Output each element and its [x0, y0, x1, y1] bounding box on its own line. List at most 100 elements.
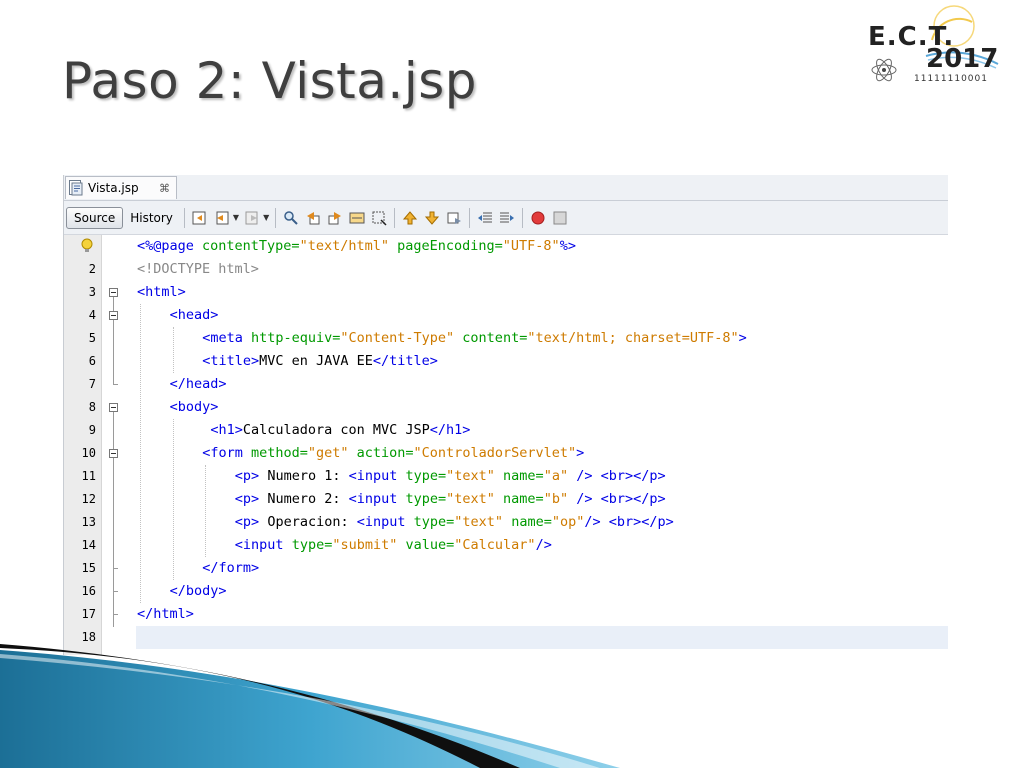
line-number: 6 — [88, 354, 96, 368]
code-text: </form> — [202, 557, 259, 580]
code-text: <p> Numero 1: <input type="text" name="a… — [235, 465, 666, 488]
toggle-highlight-icon[interactable] — [348, 209, 366, 227]
last-edit-icon[interactable] — [191, 209, 209, 227]
code-token: > — [576, 445, 585, 461]
find-next-icon[interactable] — [326, 209, 344, 227]
code-token: content= — [454, 330, 528, 346]
code-token: </title> — [372, 353, 438, 369]
line-number: 2 — [88, 262, 96, 276]
code-line[interactable]: 12 <p> Numero 2: <input type="text" name=… — [64, 488, 948, 511]
code-editor[interactable]: 1<%@page contentType="text/html" pageEnc… — [64, 235, 948, 655]
find-previous-icon[interactable] — [304, 209, 322, 227]
slide-title: Paso 2: Vista.jsp — [62, 52, 477, 110]
code-line[interactable]: 7 </head> — [64, 373, 948, 396]
forward-dropdown-icon[interactable]: ▼ — [263, 213, 269, 222]
code-token: <input — [348, 491, 406, 507]
code-token: /> <br></p> — [568, 468, 666, 484]
tab-vista-jsp[interactable]: Vista.jsp ⌘ — [65, 176, 177, 199]
back-icon[interactable] — [213, 209, 231, 227]
code-token: <input — [234, 537, 292, 553]
code-token: <input — [348, 468, 406, 484]
close-tab-icon[interactable]: ⌘ — [159, 182, 170, 195]
code-text: </head> — [170, 373, 227, 396]
code-line[interactable]: 13 <p> Operacion: <input type="text" name… — [64, 511, 948, 534]
rectangular-selection-icon[interactable] — [370, 209, 388, 227]
fold-guide-line — [113, 320, 114, 385]
code-token: "text" — [454, 514, 504, 530]
code-line[interactable]: 9 <h1>Calculadora con MVC JSP</h1> — [64, 419, 948, 442]
code-token: <body> — [169, 399, 219, 415]
code-token: "text/html" — [299, 238, 389, 254]
code-line[interactable]: 2 <!DOCTYPE html> — [64, 258, 948, 281]
code-token: action= — [348, 445, 414, 461]
fold-collapse-icon[interactable] — [109, 449, 118, 458]
code-token: /> <br></p> — [568, 491, 666, 507]
code-token: type= — [291, 537, 333, 553]
code-token: value= — [397, 537, 455, 553]
fold-end-marker — [113, 614, 118, 615]
code-token: /> <br></p> — [584, 514, 674, 530]
fold-collapse-icon[interactable] — [109, 288, 118, 297]
indent-guide — [172, 327, 175, 373]
fold-guide-line — [113, 297, 114, 311]
line-number: 15 — [81, 561, 96, 575]
code-token: /> — [535, 537, 552, 553]
source-button[interactable]: Source — [66, 206, 124, 229]
line-number: 14 — [81, 538, 96, 552]
fold-guide-line — [113, 458, 114, 627]
code-line[interactable]: 1<%@page contentType="text/html" pageEnc… — [64, 235, 948, 258]
code-text: <body> — [170, 396, 219, 419]
code-line[interactable]: 3 <html> — [64, 281, 948, 304]
code-line[interactable]: 16 </body> — [64, 580, 948, 603]
code-text: <p> Operacion: <input type="text" name="… — [235, 511, 674, 534]
forward-icon[interactable] — [243, 209, 261, 227]
code-token: </form> — [202, 560, 260, 576]
shift-left-icon[interactable] — [476, 209, 494, 227]
code-text: <form method="get" action="ControladorSe… — [202, 442, 584, 465]
code-token: Calculadora con MVC JSP — [242, 422, 430, 438]
code-token: <h1> — [210, 422, 243, 438]
stop-macro-recording-icon[interactable] — [551, 209, 569, 227]
code-line[interactable]: 4 <head> — [64, 304, 948, 327]
logo-year: 2017 — [926, 44, 999, 74]
code-text: <title>MVC en JAVA EE</title> — [202, 350, 438, 373]
start-macro-recording-icon[interactable] — [529, 209, 547, 227]
code-line[interactable]: 5 <meta http-equiv="Content-Type" content… — [64, 327, 948, 350]
code-line[interactable]: 14 <input type="submit" value="Calcular"/… — [64, 534, 948, 557]
code-token: "get" — [307, 445, 349, 461]
fold-collapse-icon[interactable] — [109, 403, 118, 412]
back-dropdown-icon[interactable]: ▼ — [233, 213, 239, 222]
code-text: <!DOCTYPE html> — [137, 258, 259, 281]
code-token: type= — [413, 514, 455, 530]
code-line[interactable]: 8 <body> — [64, 396, 948, 419]
fold-end-marker — [113, 384, 118, 385]
code-line[interactable]: 10 <form method="get" action="Controlador… — [64, 442, 948, 465]
toolbar-separator — [183, 207, 185, 228]
code-token: <!DOCTYPE html> — [137, 261, 259, 277]
code-token: "UTF-8" — [502, 238, 560, 254]
code-text: <p> Numero 2: <input type="text" name="b… — [235, 488, 666, 511]
netbeans-editor-window: Vista.jsp ⌘ Source History ▼ ▼ <%@page c… — [63, 175, 948, 655]
line-number: 9 — [88, 423, 96, 437]
code-line[interactable]: 15 </form> — [64, 557, 948, 580]
code-token: <head> — [169, 307, 219, 323]
line-number: 5 — [88, 331, 96, 345]
code-token: "Calcular" — [454, 537, 536, 553]
fold-collapse-icon[interactable] — [109, 311, 118, 320]
code-line[interactable]: 11 <p> Numero 1: <input type="text" name=… — [64, 465, 948, 488]
previous-bookmark-icon[interactable] — [401, 209, 419, 227]
shift-right-icon[interactable] — [498, 209, 516, 227]
next-bookmark-icon[interactable] — [423, 209, 441, 227]
code-token: <title> — [202, 353, 260, 369]
code-token: <%@page — [137, 238, 203, 254]
find-selection-icon[interactable] — [282, 209, 300, 227]
code-line[interactable]: 6 <title>MVC en JAVA EE</title> — [64, 350, 948, 373]
code-token: "text" — [446, 468, 495, 484]
lightbulb-hint-icon[interactable] — [81, 238, 93, 254]
logo-binary-text: 11111110001 — [914, 74, 988, 84]
slide-decoration — [0, 620, 1024, 768]
toggle-bookmark-icon[interactable] — [445, 209, 463, 227]
code-token: method= — [250, 445, 308, 461]
history-button[interactable]: History — [123, 207, 180, 229]
line-number: 12 — [81, 492, 96, 506]
